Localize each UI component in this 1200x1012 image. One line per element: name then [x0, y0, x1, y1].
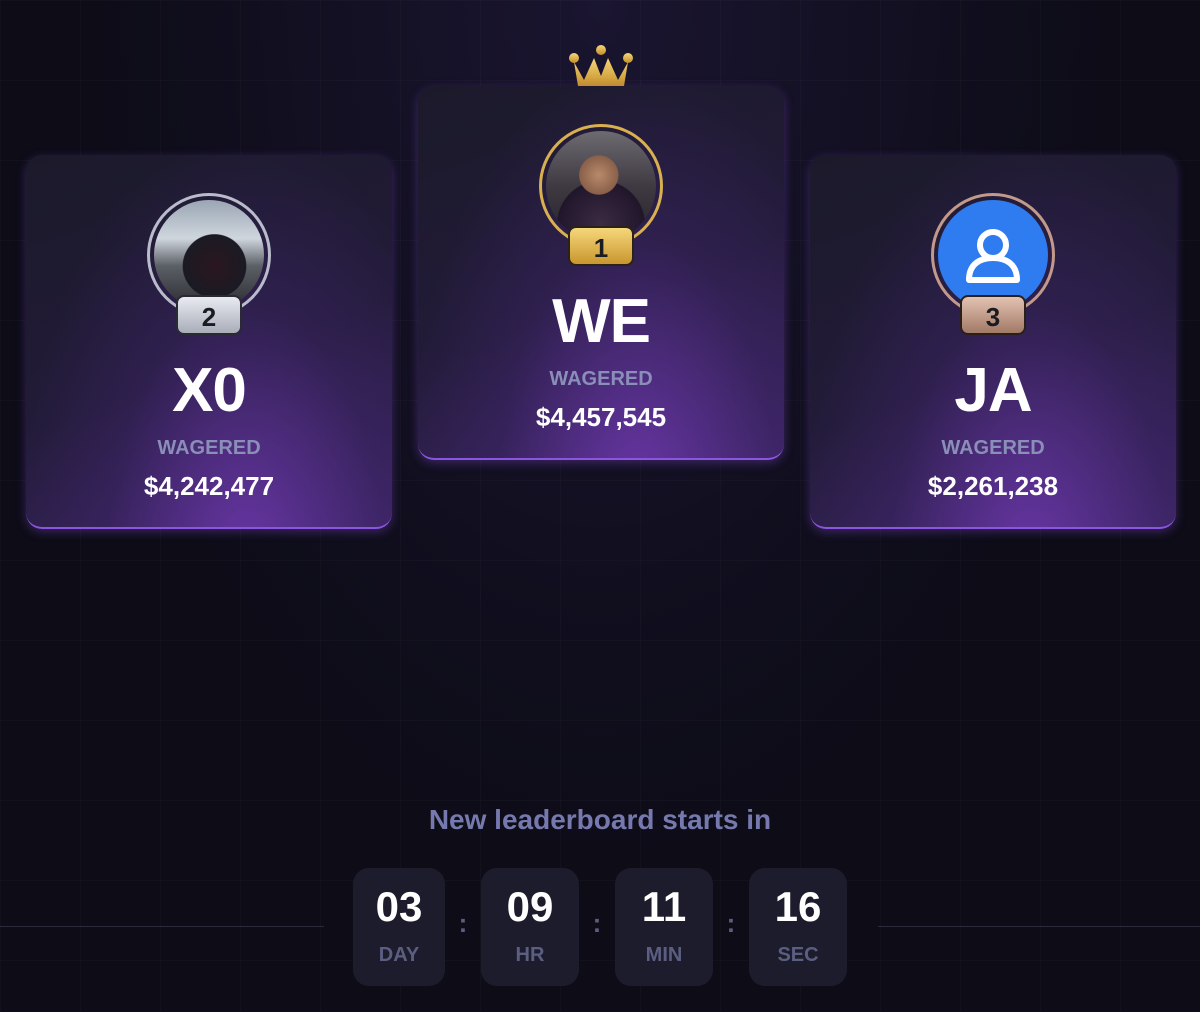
- minutes-value: 11: [641, 883, 687, 930]
- wagered-value: $4,242,477: [143, 471, 275, 501]
- countdown-days: 03 DAY: [353, 868, 445, 986]
- countdown-seconds: 16 SEC: [749, 868, 847, 986]
- wager-rewards-label: WAGER REWARDS: [585, 482, 773, 504]
- avatar: [938, 200, 1048, 310]
- prize-stats: LB PRIZE $5,000 WAGER REWARDS $0: [810, 529, 1176, 625]
- leaderboard-page: 2 X0 WAGERED $4,242,477 LB PRIZE $10,000…: [0, 0, 1200, 1012]
- countdown-minutes: 11 MIN: [615, 868, 713, 986]
- rank-badge: 2: [176, 295, 242, 335]
- hours-value: 09: [506, 883, 554, 930]
- rank-badge: 3: [960, 295, 1026, 335]
- prize-panel: LB PRIZE $25,000 WAGER REWARDS $0: [418, 444, 784, 602]
- lb-prize-label: LB PRIZE: [55, 551, 149, 573]
- wagered-label: WAGERED: [941, 437, 1045, 459]
- podium-card-top: 3 JA WAGERED $2,261,238: [810, 155, 1176, 529]
- lb-prize-stat: LB PRIZE $5,000: [810, 551, 966, 625]
- wager-rewards-value: $0: [263, 582, 307, 624]
- prize-stats: LB PRIZE $25,000 WAGER REWARDS $0: [418, 460, 784, 556]
- lb-prize-value: $10,000: [33, 582, 171, 624]
- wager-rewards-label: WAGER REWARDS: [191, 551, 379, 573]
- lb-prize-stat: LB PRIZE $10,000: [26, 551, 178, 625]
- minutes-label: MIN: [645, 944, 683, 966]
- countdown-timer: 03 DAY : 09 HR : 11 MIN : 16 SEC: [0, 868, 1200, 986]
- wagered-label: WAGERED: [157, 437, 261, 459]
- lb-prize-value: $5,000: [829, 582, 947, 624]
- prize-stats: LB PRIZE $10,000 WAGER REWARDS $0: [26, 529, 392, 625]
- prize-panel: LB PRIZE $10,000 WAGER REWARDS $0: [26, 513, 392, 671]
- wager-rewards-stat: WAGER REWARDS $0: [178, 551, 392, 625]
- lb-prize-stat: LB PRIZE $25,000: [418, 482, 574, 556]
- wager-rewards-label: WAGER REWARDS: [977, 551, 1165, 573]
- wagered-value: $4,457,545: [535, 402, 667, 432]
- player-name: WE: [552, 287, 651, 356]
- countdown-title: New leaderboard starts in: [428, 804, 772, 835]
- countdown-hours: 09 HR: [481, 868, 579, 986]
- wager-rewards-value: $0: [657, 513, 701, 555]
- podium-card-rank-2[interactable]: 2 X0 WAGERED $4,242,477 LB PRIZE $10,000…: [26, 155, 392, 671]
- hours-label: HR: [515, 944, 545, 966]
- seconds-value: 16: [774, 883, 822, 930]
- wagered-label: WAGERED: [549, 368, 653, 390]
- player-name: X0: [172, 356, 247, 425]
- wagered-value: $2,261,238: [927, 471, 1059, 501]
- podium-card-rank-3[interactable]: 3 JA WAGERED $2,261,238 LB PRIZE $5,000 …: [810, 155, 1176, 671]
- user-icon: [966, 229, 1020, 283]
- wager-rewards-stat: WAGER REWARDS $0: [574, 482, 784, 556]
- days-value: 03: [375, 883, 423, 930]
- rank-badge: 1: [568, 226, 634, 266]
- lb-prize-value: $25,000: [427, 513, 565, 555]
- prize-panel: LB PRIZE $5,000 WAGER REWARDS $0: [810, 513, 1176, 671]
- podium-card-top: 2 X0 WAGERED $4,242,477: [26, 155, 392, 529]
- days-label: DAY: [378, 944, 420, 966]
- lb-prize-label: LB PRIZE: [449, 482, 543, 504]
- separator: :: [458, 908, 468, 938]
- seconds-label: SEC: [777, 944, 819, 966]
- lb-prize-label: LB PRIZE: [841, 551, 935, 573]
- wager-rewards-stat: WAGER REWARDS $0: [966, 551, 1176, 625]
- wager-rewards-value: $0: [1049, 582, 1093, 624]
- separator: :: [592, 908, 602, 938]
- avatar: [546, 131, 656, 241]
- podium-card-top: 1 WE WAGERED $4,457,545: [418, 86, 784, 460]
- avatar: [154, 200, 264, 310]
- podium-card-rank-1[interactable]: 1 WE WAGERED $4,457,545 LB PRIZE $25,000…: [418, 86, 784, 602]
- separator: :: [726, 908, 736, 938]
- player-name: JA: [954, 356, 1032, 425]
